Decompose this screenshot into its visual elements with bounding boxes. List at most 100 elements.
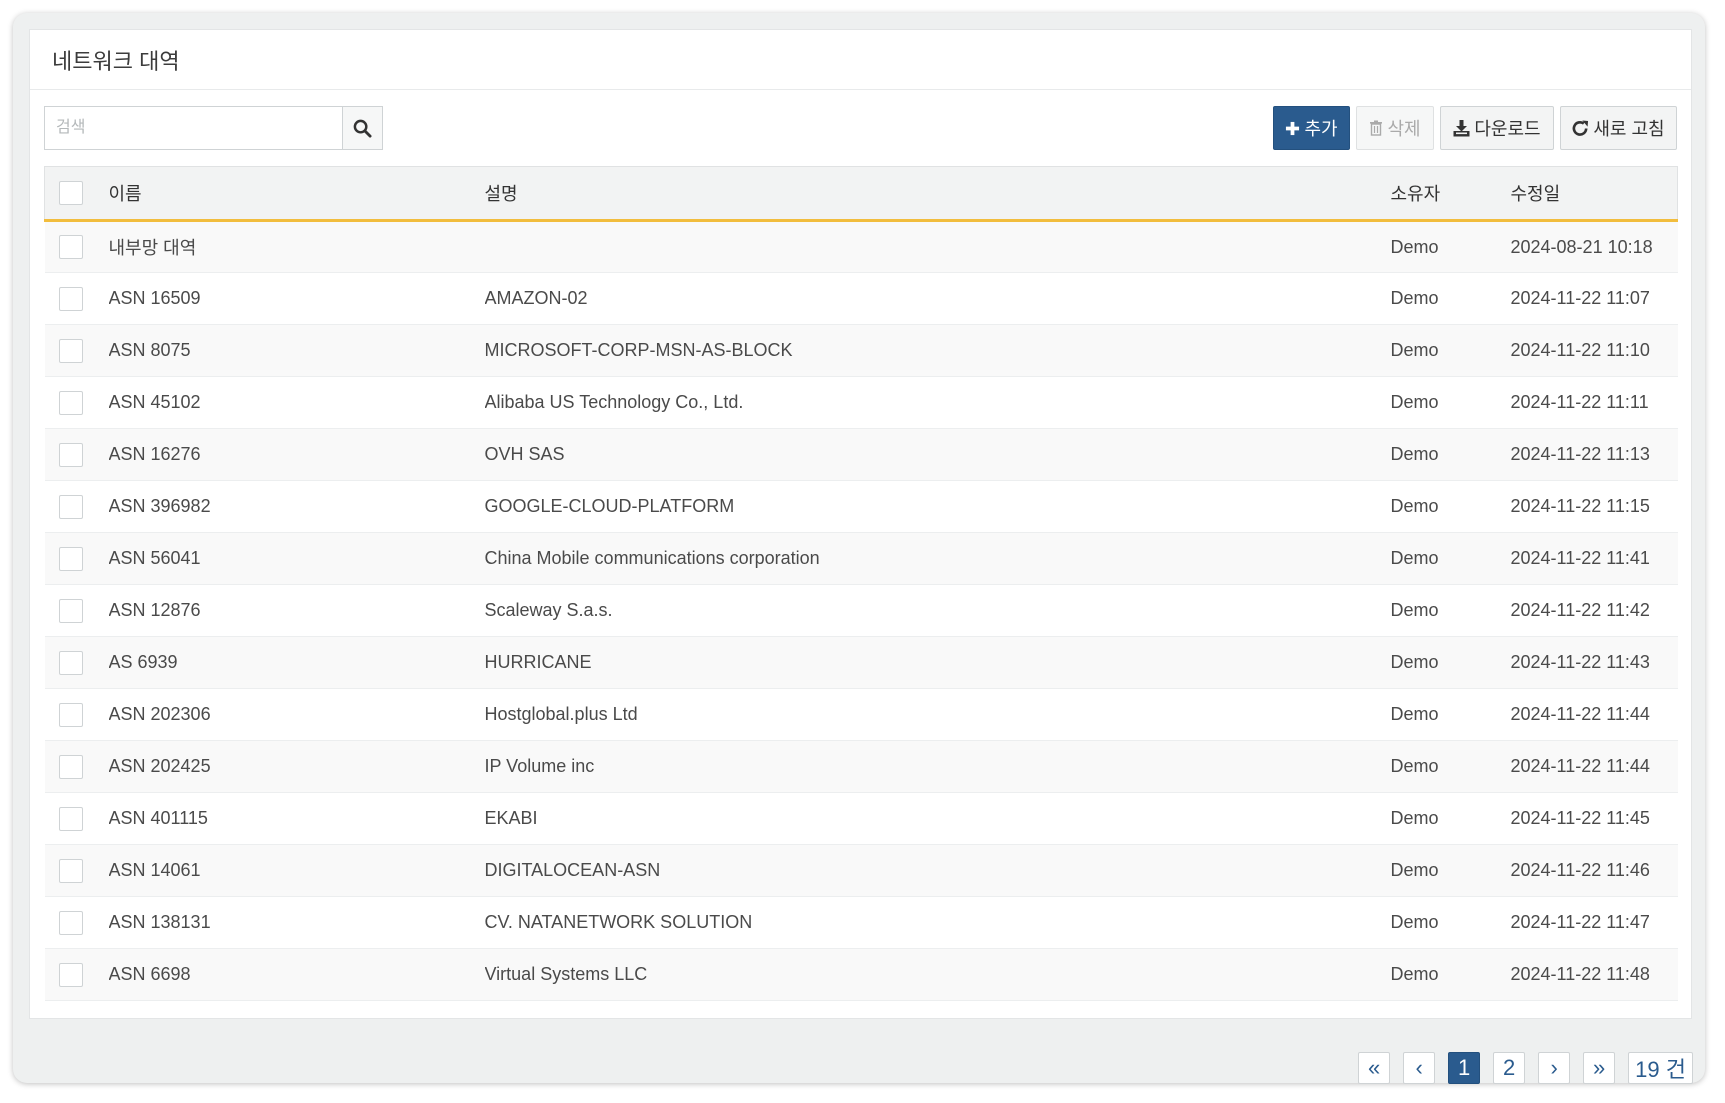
row-checkbox[interactable] [58,338,83,363]
row-checkbox[interactable] [58,390,83,415]
add-button-label: 추가 [1304,119,1338,139]
table-row[interactable]: ASN 138131 CV. NATANETWORK SOLUTION Demo… [44,897,1678,949]
row-owner: Demo [1390,756,1439,776]
row-modified: 2024-08-21 10:18 [1510,236,1653,257]
row-description: Hostglobal.plus Ltd [484,704,638,724]
row-modified: 2024-11-22 11:07 [1510,288,1650,308]
row-owner: Demo [1390,340,1439,360]
table-row[interactable]: ASN 16276 OVH SAS Demo 2024-11-22 11:13 [44,428,1678,481]
row-checkbox[interactable] [58,702,83,727]
search-icon [353,119,372,138]
network-range-table: 이름 설명 소유자 수정일 내부망 대역 Demo 2024-08-21 10:… [44,166,1678,1001]
row-name: ASN 202306 [108,704,211,724]
page-1-button[interactable]: 1 [1448,1052,1481,1084]
prev-page-button[interactable]: ‹ [1403,1052,1436,1084]
row-owner: Demo [1390,444,1439,464]
row-description: China Mobile communications corporation [484,548,820,568]
total-count: 19 건 [1628,1052,1693,1084]
table-row[interactable]: ASN 401115 EKABI Demo 2024-11-22 11:45 [44,793,1678,845]
row-name: ASN 16276 [108,444,201,464]
column-header-owner[interactable]: 소유자 [1391,167,1511,221]
page-2-button[interactable]: 2 [1493,1052,1526,1084]
download-button[interactable]: 다운로드 [1440,106,1554,150]
row-name: ASN 8075 [108,340,191,360]
table-row[interactable]: 내부망 대역 Demo 2024-08-21 10:18 [44,220,1678,273]
row-modified: 2024-11-22 11:43 [1510,652,1650,672]
row-modified: 2024-11-22 11:10 [1510,340,1650,360]
row-checkbox[interactable] [58,235,83,259]
row-description [485,221,1391,273]
row-name: ASN 396982 [108,496,211,516]
row-modified: 2024-11-22 11:44 [1510,756,1650,776]
row-description: IP Volume inc [484,756,595,776]
row-checkbox[interactable] [58,650,83,675]
table-row[interactable]: ASN 202306 Hostglobal.plus Ltd Demo 2024… [44,689,1678,741]
delete-button[interactable]: 삭제 [1356,106,1434,150]
table-row[interactable]: AS 6939 HURRICANE Demo 2024-11-22 11:43 [44,636,1678,689]
column-header-modified[interactable]: 수정일 [1511,167,1678,221]
row-checkbox[interactable] [58,858,83,883]
row-name: ASN 202425 [108,756,211,776]
row-checkbox[interactable] [58,910,83,935]
row-checkbox[interactable] [58,442,83,467]
row-checkbox[interactable] [58,806,83,831]
row-modified: 2024-11-22 11:41 [1510,548,1650,568]
trash-icon [1370,120,1383,136]
row-description: MICROSOFT-CORP-MSN-AS-BLOCK [484,340,793,360]
row-modified: 2024-11-22 11:46 [1510,860,1650,880]
row-owner: Demo [1390,704,1439,724]
row-checkbox[interactable] [58,494,83,519]
refresh-icon [1572,119,1589,136]
table-row[interactable]: ASN 14061 DIGITALOCEAN-ASN Demo 2024-11-… [44,844,1678,897]
refresh-button[interactable]: 새로 고침 [1560,106,1677,150]
table-row[interactable]: ASN 396982 GOOGLE-CLOUD-PLATFORM Demo 20… [44,481,1678,533]
table-row[interactable]: ASN 56041 China Mobile communications co… [44,532,1678,585]
row-owner: Demo [1390,496,1439,516]
table-row[interactable]: ASN 12876 Scaleway S.a.s. Demo 2024-11-2… [44,585,1678,637]
row-checkbox[interactable] [58,962,83,987]
action-buttons: 추가 삭제 다운로드 새로 고침 [1273,106,1677,150]
first-page-button[interactable]: « [1358,1052,1391,1084]
row-owner: Demo [1390,392,1439,412]
row-modified: 2024-11-22 11:45 [1510,808,1650,828]
row-modified: 2024-11-22 11:42 [1510,600,1650,620]
select-all-checkbox[interactable] [59,181,83,205]
table-row[interactable]: ASN 16509 AMAZON-02 Demo 2024-11-22 11:0… [44,273,1678,325]
row-description: Virtual Systems LLC [484,964,648,984]
row-checkbox[interactable] [58,286,83,311]
row-description: GOOGLE-CLOUD-PLATFORM [484,496,735,516]
delete-button-label: 삭제 [1387,119,1421,139]
toolbar: 추가 삭제 [44,106,1677,150]
header-select-cell [45,167,109,221]
row-owner: Demo [1390,912,1439,932]
table-row[interactable]: ASN 45102 Alibaba US Technology Co., Ltd… [44,377,1678,429]
panel-header: 네트워크 대역 [30,30,1691,90]
row-name: AS 6939 [108,652,178,672]
row-owner: Demo [1390,236,1439,257]
row-name: 내부망 대역 [108,238,197,258]
row-modified: 2024-11-22 11:15 [1510,496,1650,516]
add-button[interactable]: 추가 [1273,106,1350,150]
last-page-button[interactable]: » [1583,1052,1616,1084]
row-description: AMAZON-02 [484,288,588,308]
row-modified: 2024-11-22 11:13 [1510,444,1650,464]
row-modified: 2024-11-22 11:47 [1510,912,1650,932]
row-checkbox[interactable] [58,754,83,779]
row-description: Scaleway S.a.s. [484,600,613,620]
row-owner: Demo [1390,652,1439,672]
column-header-name[interactable]: 이름 [109,167,485,221]
row-checkbox[interactable] [58,546,83,571]
row-owner: Demo [1390,964,1439,984]
panel-title: 네트워크 대역 [52,48,180,74]
refresh-button-label: 새로 고침 [1593,119,1665,139]
next-page-button[interactable]: › [1538,1052,1571,1084]
column-header-description[interactable]: 설명 [485,167,1391,221]
table-row[interactable]: ASN 202425 IP Volume inc Demo 2024-11-22… [44,740,1678,793]
table-row[interactable]: ASN 6698 Virtual Systems LLC Demo 2024-1… [44,948,1678,1001]
search-input[interactable] [44,106,342,150]
row-checkbox[interactable] [58,598,83,623]
search-button[interactable] [342,106,383,150]
row-owner: Demo [1390,288,1439,308]
table-row[interactable]: ASN 8075 MICROSOFT-CORP-MSN-AS-BLOCK Dem… [44,324,1678,377]
row-owner: Demo [1390,548,1439,568]
